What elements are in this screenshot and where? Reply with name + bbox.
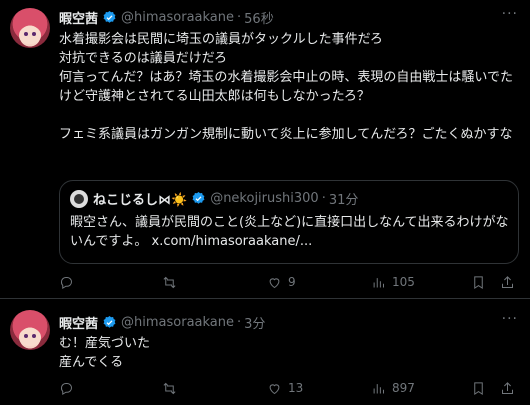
avatar[interactable] xyxy=(10,8,50,48)
timestamp[interactable]: 56秒 xyxy=(244,8,274,27)
views-button[interactable]: 105 xyxy=(371,275,415,290)
post-text: む！産気づいた 産んでくる xyxy=(59,336,151,370)
display-name[interactable]: 暇空茜 xyxy=(59,313,98,332)
action-bar: 13 897 xyxy=(59,378,529,398)
reply-button[interactable] xyxy=(59,381,80,396)
quoted-post[interactable]: ねこじるし⋈☀️ @nekojirushi300 · 31分 暇空さん、議員が民… xyxy=(59,180,519,264)
reply-icon xyxy=(60,276,72,289)
views-icon xyxy=(373,277,384,287)
views-icon xyxy=(373,383,384,393)
reply-button[interactable] xyxy=(59,275,80,290)
post-2[interactable]: 暇空茜 @himasoraakane · 3分 ··· む！産気づいた 産んでく… xyxy=(0,299,530,405)
repost-button[interactable] xyxy=(162,381,183,396)
quote-text: 暇空さん、議員が民間のこと(炎上など)に直接口出しなんて出来るわけがないんですよ… xyxy=(70,215,509,249)
handle[interactable]: @himasoraakane xyxy=(121,315,234,330)
repost-button[interactable] xyxy=(162,275,183,290)
action-bar: 9 105 xyxy=(59,272,529,292)
share-icon xyxy=(502,381,513,394)
more-options-icon[interactable]: ··· xyxy=(502,311,518,327)
views-button[interactable]: 897 xyxy=(371,381,415,396)
quote-handle: @nekojirushi300 xyxy=(210,191,319,206)
repost-icon xyxy=(163,382,176,394)
bookmark-icon xyxy=(474,275,483,289)
share-icon xyxy=(502,275,513,288)
timestamp[interactable]: 3分 xyxy=(244,313,265,332)
display-name[interactable]: 暇空茜 xyxy=(59,8,98,27)
quote-timestamp: 31分 xyxy=(328,193,359,208)
post-header: 暇空茜 @himasoraakane · 56秒 xyxy=(59,8,274,27)
bookmark-button[interactable] xyxy=(471,381,486,396)
share-button[interactable] xyxy=(500,381,515,396)
quote-header: ねこじるし⋈☀️ @nekojirushi300 · 31分 xyxy=(70,189,358,208)
bookmark-button[interactable] xyxy=(471,275,486,290)
quote-link[interactable]: x.com/himasoraakane/... xyxy=(152,234,313,249)
avatar[interactable] xyxy=(10,310,50,350)
like-button[interactable]: 9 xyxy=(267,275,296,290)
quote-avatar xyxy=(70,189,88,208)
reply-icon xyxy=(60,382,72,395)
handle[interactable]: @himasoraakane xyxy=(121,10,234,25)
quote-display-name: ねこじるし⋈☀️ xyxy=(93,193,188,208)
verified-badge-icon xyxy=(103,315,116,328)
heart-icon xyxy=(269,383,280,394)
verified-badge-icon xyxy=(103,10,116,23)
post-text: 水着撮影会は民間に埼玉の議員がタックルした事件だろ 対抗できるのは議員だけだろ … xyxy=(59,32,513,142)
verified-badge-icon xyxy=(192,191,205,204)
post-header: 暇空茜 @himasoraakane · 3分 xyxy=(59,313,266,332)
share-button[interactable] xyxy=(500,275,515,290)
more-options-icon[interactable]: ··· xyxy=(502,6,518,22)
like-button[interactable]: 13 xyxy=(267,381,303,396)
post-1[interactable]: 暇空茜 @himasoraakane · 56秒 ··· 水着撮影会は民間に埼玉… xyxy=(0,0,530,298)
heart-icon xyxy=(269,277,280,288)
bookmark-icon xyxy=(474,381,483,395)
repost-icon xyxy=(163,276,176,288)
